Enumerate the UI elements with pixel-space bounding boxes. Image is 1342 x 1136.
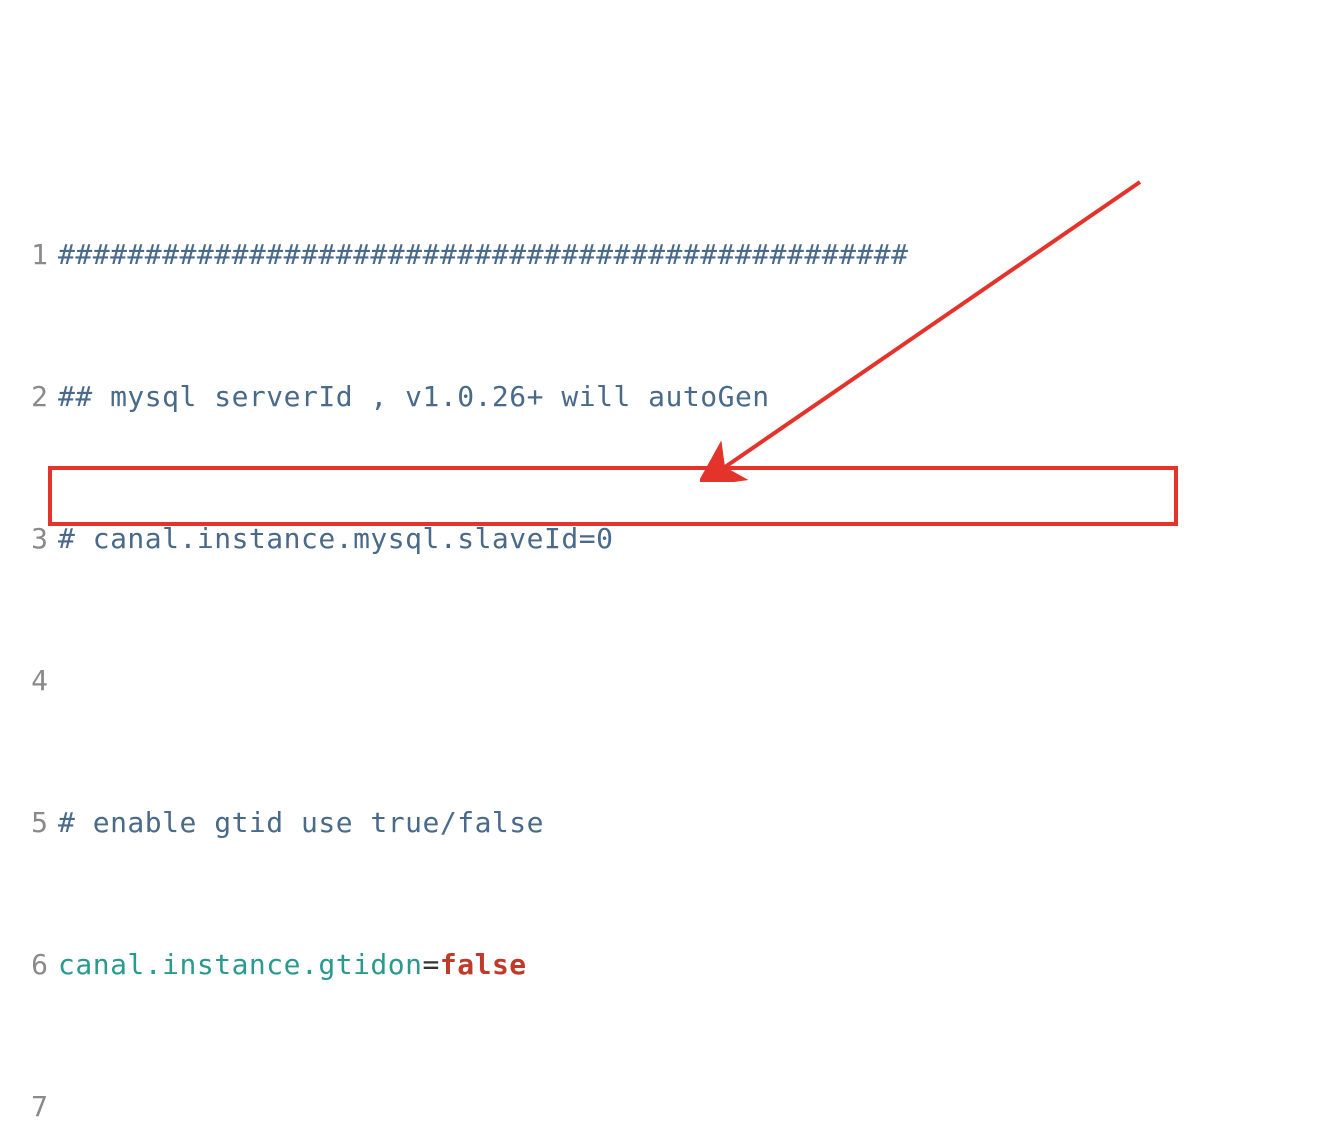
code-line: 5 # enable gtid use true/false <box>0 801 1342 844</box>
comment-text: # enable gtid use true/false <box>58 806 544 839</box>
line-number: 2 <box>0 375 58 418</box>
comment-text: ## mysql serverId , v1.0.26+ will autoGe… <box>58 380 770 413</box>
code-content: ## mysql serverId , v1.0.26+ will autoGe… <box>58 375 1342 418</box>
comment-text: ########################################… <box>58 238 909 271</box>
comment-text: # canal.instance.mysql.slaveId=0 <box>58 522 613 555</box>
code-editor[interactable]: 1 ######################################… <box>0 132 1342 1136</box>
arrow-icon <box>700 172 1160 482</box>
equals-sign: = <box>423 948 440 981</box>
line-number: 4 <box>0 659 58 702</box>
line-number: 3 <box>0 517 58 560</box>
line-number: 1 <box>0 233 58 276</box>
line-number: 6 <box>0 943 58 986</box>
code-line: 4 <box>0 659 1342 702</box>
property-key: canal.instance.gtidon <box>58 948 423 981</box>
code-line: 6 canal.instance.gtidon=false <box>0 943 1342 986</box>
code-content: # enable gtid use true/false <box>58 801 1342 844</box>
code-content: canal.instance.gtidon=false <box>58 943 1342 986</box>
code-line: 7 <box>0 1085 1342 1128</box>
code-line: 2 ## mysql serverId , v1.0.26+ will auto… <box>0 375 1342 418</box>
code-line: 1 ######################################… <box>0 233 1342 276</box>
code-content: # canal.instance.mysql.slaveId=0 <box>58 517 1342 560</box>
boolean-value: false <box>440 948 527 981</box>
line-number: 7 <box>0 1085 58 1128</box>
code-content: ########################################… <box>58 233 1342 276</box>
line-number: 5 <box>0 801 58 844</box>
code-line: 3 # canal.instance.mysql.slaveId=0 <box>0 517 1342 560</box>
